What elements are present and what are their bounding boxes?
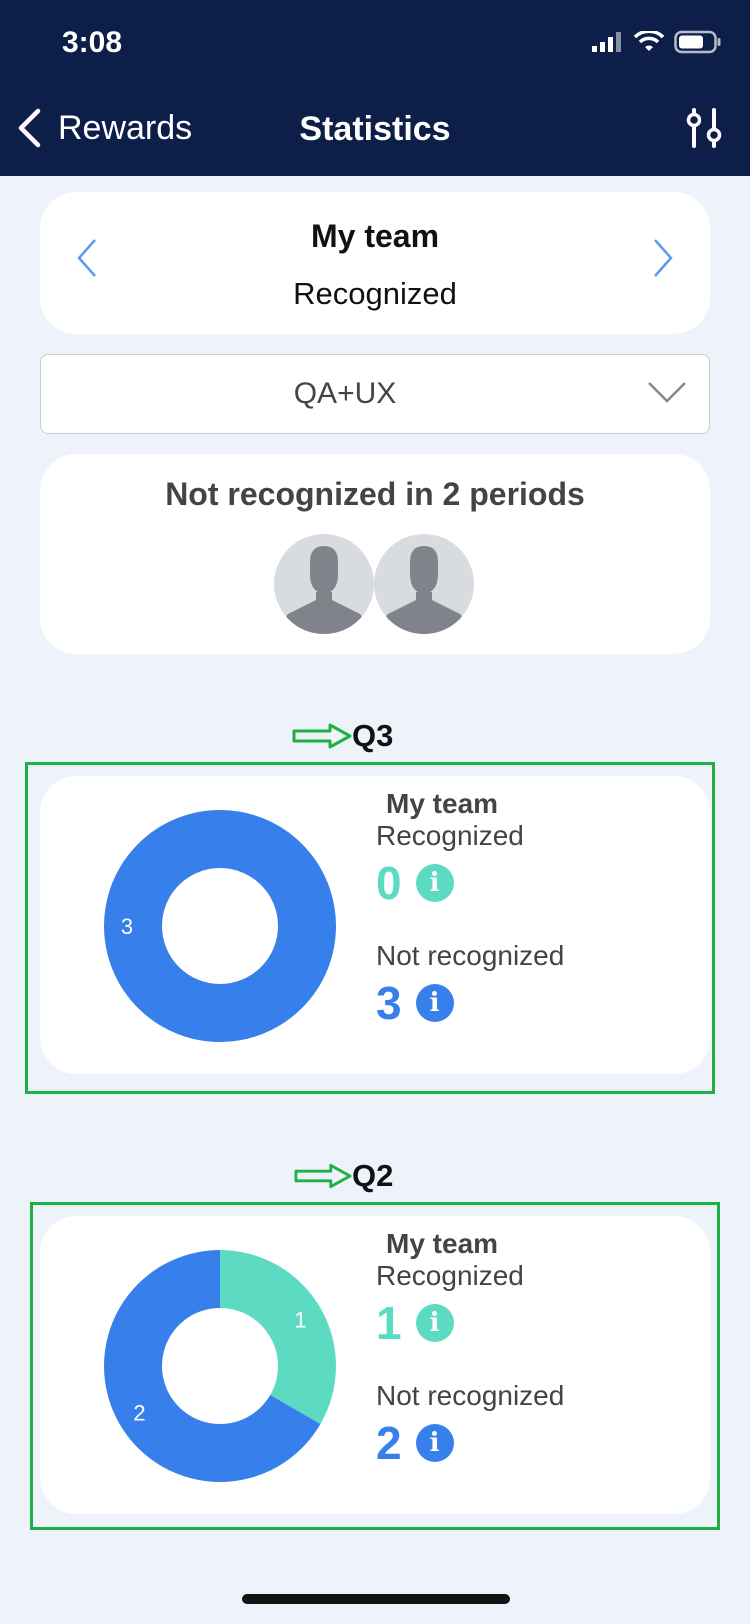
avatar[interactable] <box>374 534 474 634</box>
chart-marks: 3 <box>104 810 336 1042</box>
stats-column: My team Recognized 0 i Not recognized 3 … <box>376 788 564 1030</box>
not-recognized-value: 3 <box>376 977 402 1029</box>
info-icon[interactable]: i <box>415 864 454 902</box>
donut-data-label: 1 <box>294 1308 306 1333</box>
status-icons <box>592 30 722 54</box>
stats-column: My team Recognized 1 i Not recognized 2 … <box>376 1228 564 1470</box>
period-card-q3: 3 My team Recognized 0 i Not recognized … <box>40 776 710 1074</box>
next-button[interactable] <box>652 238 674 283</box>
home-indicator <box>242 1594 510 1604</box>
info-icon[interactable]: i <box>415 1304 454 1342</box>
period-label-text: Q3 <box>352 718 394 753</box>
group-select-value: QA+UX <box>293 377 397 410</box>
recognized-label: Recognized <box>376 820 524 851</box>
donut-chart: 3 <box>104 810 336 1042</box>
not-recognized-label: Not recognized <box>376 1380 565 1411</box>
arrow-right-icon <box>292 723 352 749</box>
arrow-right-icon <box>294 1163 352 1189</box>
period-label-q3: Q3 <box>292 718 393 754</box>
wifi-icon <box>634 31 664 51</box>
app-header: 3:08 Rewards Statistics <box>0 0 750 176</box>
not-recognized-card: Not recognized in 2 periods <box>40 454 710 654</box>
donut-slice-recognized[interactable] <box>220 1250 336 1424</box>
team-title: My team <box>310 218 440 254</box>
info-icon[interactable]: i <box>415 984 454 1022</box>
not-recognized-row: 2 i <box>376 1416 564 1470</box>
recognized-row: 0 i <box>376 856 564 910</box>
recognized-label: Recognized <box>376 1260 524 1291</box>
chart-marks: 12 <box>104 1250 336 1482</box>
group-select[interactable]: QA+UX <box>40 354 710 434</box>
recognized-value: 1 <box>376 1297 402 1349</box>
period-label-text: Q2 <box>352 1158 394 1193</box>
not-recognized-row: 3 i <box>376 976 564 1030</box>
chevron-down-icon <box>648 382 686 403</box>
not-recognized-label: Not recognized <box>376 940 565 971</box>
not-recognized-value: 2 <box>376 1417 402 1469</box>
recognized-row: 1 i <box>376 1296 564 1350</box>
filter-button[interactable] <box>684 108 724 153</box>
period-card-q2: 12 My team Recognized 1 i Not recognized… <box>40 1216 710 1514</box>
signal-icon <box>592 32 621 52</box>
not-recognized-title: Not recognized in 2 periods <box>165 476 585 512</box>
status-time: 3:08 <box>62 26 123 59</box>
donut-chart: 12 <box>104 1250 336 1482</box>
team-subtitle: Recognized <box>293 276 457 311</box>
donut-data-label: 2 <box>133 1401 145 1426</box>
stat-team: My team <box>386 1228 499 1259</box>
donut-data-label: 3 <box>121 914 133 939</box>
person-icon <box>282 546 366 634</box>
battery-icon <box>674 30 721 54</box>
stat-team: My team <box>386 788 499 819</box>
donut-slice-not-recognized[interactable] <box>104 810 336 1042</box>
page-title: Statistics <box>299 110 451 148</box>
person-icon <box>382 546 466 634</box>
avatar[interactable] <box>274 534 374 634</box>
team-selector-card: My team Recognized <box>40 192 710 334</box>
info-icon[interactable]: i <box>415 1424 454 1462</box>
period-label-q2: Q2 <box>294 1158 393 1194</box>
avatar-list <box>274 534 474 634</box>
recognized-value: 0 <box>376 857 402 909</box>
chevron-right-icon <box>654 239 673 277</box>
sliders-icon <box>686 108 722 148</box>
